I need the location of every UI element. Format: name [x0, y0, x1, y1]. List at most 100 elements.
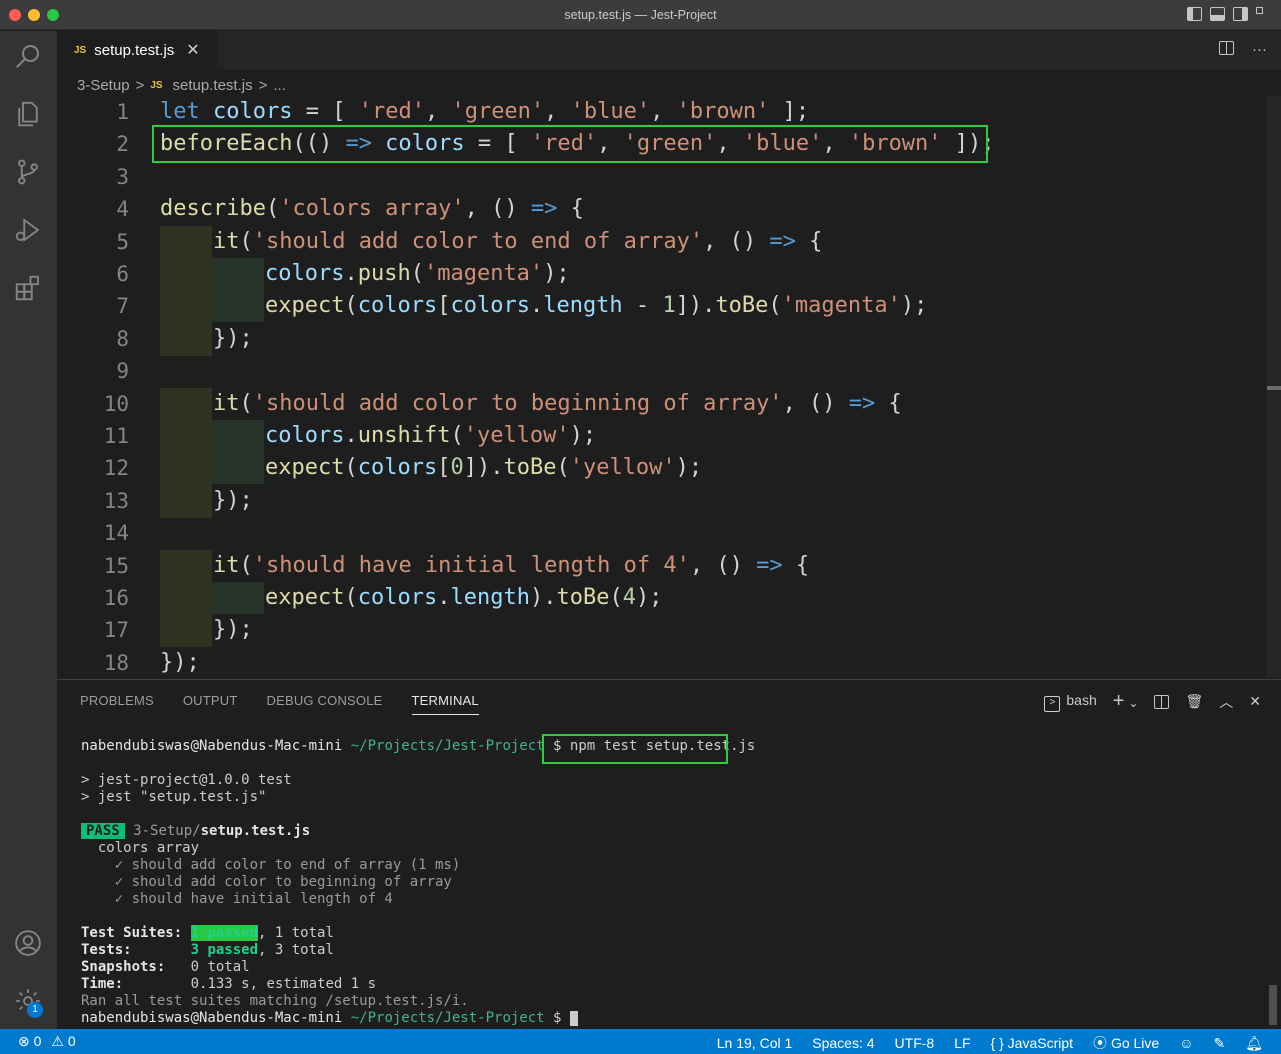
line-number: 18	[103, 651, 129, 675]
line-number: 4	[116, 197, 129, 221]
search-icon[interactable]	[11, 39, 45, 73]
breadcrumb-symbol[interactable]: ...	[273, 77, 286, 94]
line-number: 6	[116, 262, 129, 286]
editor-actions: ···	[1219, 41, 1267, 58]
terminal-line: > jest "setup.test.js"	[81, 789, 267, 805]
line-number: 12	[103, 456, 129, 480]
code-line-8: });	[213, 326, 253, 351]
run-debug-icon[interactable]	[11, 213, 45, 247]
tab-terminal[interactable]: TERMINAL	[411, 693, 479, 715]
highlight-box-beforeeach	[152, 125, 988, 163]
toggle-primary-sidebar-icon[interactable]	[1187, 7, 1202, 21]
code-line-15: it('should have initial length of 4', ()…	[213, 553, 810, 578]
go-live-button[interactable]: ⦿ Go Live	[1093, 1033, 1159, 1053]
indent-guide	[212, 258, 264, 322]
line-number: 2	[116, 132, 129, 156]
close-tab-icon[interactable]: ✕	[186, 40, 199, 60]
warnings-status[interactable]: ⚠ 0	[51, 1033, 75, 1050]
tab-output[interactable]: OUTPUT	[183, 693, 238, 715]
line-number: 3	[116, 165, 129, 189]
trash-icon[interactable]: 🗑	[1185, 693, 1203, 710]
source-control-icon[interactable]	[11, 155, 45, 189]
split-editor-icon[interactable]	[1219, 41, 1234, 55]
editor-scroll-thumb[interactable]	[1267, 386, 1281, 390]
terminal-summary-tests: Tests: 3 passed, 3 total	[81, 942, 334, 958]
terminal-scrollbar[interactable]	[1269, 985, 1277, 1025]
code-line-11: colors.unshift('yellow');	[265, 423, 597, 448]
tab-setup-test-js[interactable]: JS setup.test.js ✕	[57, 31, 217, 69]
tab-debug-console[interactable]: DEBUG CONSOLE	[267, 693, 383, 715]
language-mode[interactable]: { } JavaScript	[991, 1035, 1074, 1051]
line-number: 8	[116, 327, 129, 351]
terminal-test-line: ✓ should have initial length of 4	[81, 891, 393, 907]
breadcrumb-file[interactable]: setup.test.js	[173, 77, 253, 94]
breadcrumb-separator: >	[258, 76, 268, 94]
line-number: 14	[103, 521, 129, 545]
terminal-pass-line: PASS 3-Setup/setup.test.js	[81, 823, 310, 840]
new-terminal-button[interactable]: + ⌄	[1113, 690, 1139, 713]
file-encoding[interactable]: UTF-8	[895, 1035, 935, 1051]
line-number: 5	[116, 230, 129, 254]
errors-status[interactable]: ⊗ 0	[18, 1033, 41, 1050]
code-line-17: });	[213, 617, 253, 642]
code-line-4: describe('colors array', () => {	[160, 196, 584, 221]
editor-scrollbar[interactable]	[1267, 96, 1281, 678]
terminal-summary-snapshots: Snapshots: 0 total	[81, 959, 250, 975]
indent-guide	[212, 582, 264, 614]
indent-guide	[212, 420, 264, 484]
toggle-secondary-sidebar-icon[interactable]	[1233, 7, 1248, 21]
line-number: 17	[103, 618, 129, 642]
feedback-icon[interactable]: ✎	[1213, 1035, 1225, 1052]
accounts-icon[interactable]	[11, 926, 45, 960]
terminal-shell-selector[interactable]: > bash	[1044, 692, 1097, 712]
customize-layout-icon[interactable]	[1256, 7, 1271, 21]
maximize-panel-icon[interactable]: ︿	[1219, 692, 1233, 712]
code-line-5: it('should add color to end of array', (…	[213, 229, 823, 254]
code-line-7: expect(colors[colors.length - 1]).toBe('…	[265, 293, 928, 318]
panel-actions: > bash + ⌄ 🗑 ︿ ✕	[1044, 690, 1261, 713]
terminal-cursor	[569, 1010, 578, 1026]
bottom-panel: PROBLEMS OUTPUT DEBUG CONSOLE TERMINAL >…	[57, 679, 1281, 1029]
end-of-line[interactable]: LF	[954, 1035, 970, 1051]
editor-tab-bar: JS setup.test.js ✕ ···	[57, 31, 1281, 69]
javascript-file-icon: JS	[74, 44, 87, 56]
indent-guide	[160, 550, 212, 647]
split-terminal-icon[interactable]	[1154, 694, 1170, 709]
code-editor[interactable]: 1 2 3 4 5 6 7 8 9 10 11 12 13 14 15 16 1…	[57, 96, 1281, 678]
explorer-icon[interactable]	[11, 97, 45, 131]
terminal-prompt-line: nabendubiswas@Nabendus-Mac-mini ~/Projec…	[81, 1010, 578, 1027]
title-bar: setup.test.js — Jest-Project	[0, 0, 1281, 30]
activity-bar: 1	[0, 31, 57, 1029]
code-line-6: colors.push('magenta');	[265, 261, 570, 286]
indentation[interactable]: Spaces: 4	[812, 1035, 874, 1051]
line-number: 1	[116, 100, 129, 124]
close-panel-icon[interactable]: ✕	[1249, 693, 1261, 710]
copilot-icon[interactable]: ☺	[1179, 1035, 1193, 1051]
layout-controls	[1187, 7, 1271, 21]
breadcrumb-folder[interactable]: 3-Setup	[77, 77, 130, 94]
javascript-file-icon: JS	[150, 79, 163, 91]
notifications-bell-icon[interactable]: 🔔︎	[1245, 1035, 1263, 1052]
terminal-test-line: ✓ should add color to end of array (1 ms…	[81, 857, 461, 873]
terminal-line: Ran all test suites matching /setup.test…	[81, 993, 469, 1009]
settings-gear-icon[interactable]: 1	[11, 984, 45, 1018]
cursor-position[interactable]: Ln 19, Col 1	[717, 1035, 793, 1051]
indent-guide	[160, 388, 212, 518]
tab-label: setup.test.js	[94, 41, 175, 59]
terminal-line: colors array	[81, 840, 200, 856]
extensions-icon[interactable]	[11, 271, 45, 305]
indent-guide	[160, 226, 212, 356]
breadcrumb-separator: >	[135, 76, 145, 94]
code-line-10: it('should add color to beginning of arr…	[213, 391, 902, 416]
code-line-13: });	[213, 488, 253, 513]
terminal-summary-suites: Test Suites: 1 passed, 1 total	[81, 925, 334, 941]
code-line-18: });	[160, 650, 200, 675]
panel-tabs: PROBLEMS OUTPUT DEBUG CONSOLE TERMINAL	[80, 693, 479, 715]
line-number: 9	[116, 359, 129, 383]
more-actions-icon[interactable]: ···	[1252, 41, 1267, 58]
pass-badge: PASS	[81, 823, 125, 839]
line-number: 15	[103, 554, 129, 578]
code-line-1: let colors = [ 'red', 'green', 'blue', '…	[160, 99, 810, 124]
tab-problems[interactable]: PROBLEMS	[80, 693, 154, 715]
toggle-panel-icon[interactable]	[1210, 7, 1225, 21]
